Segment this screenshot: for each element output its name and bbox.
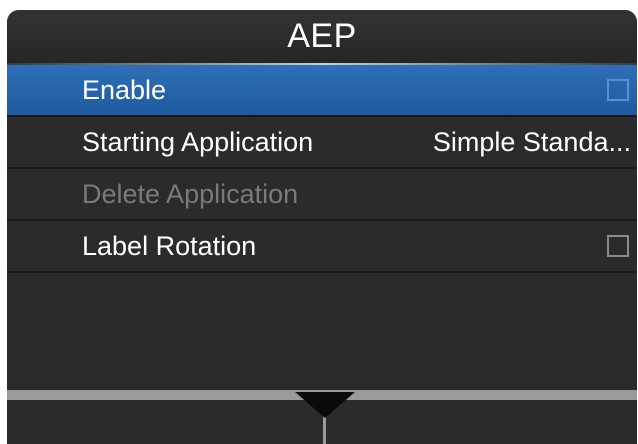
menu-item-label-rotation[interactable]: Label Rotation bbox=[7, 221, 637, 273]
menu-item-starting-application[interactable]: Starting Application Simple Standa... bbox=[7, 117, 637, 169]
menu-item-value: Simple Standa... bbox=[432, 126, 631, 157]
menu-item-enable[interactable]: Enable bbox=[7, 65, 637, 117]
label-rotation-checkbox[interactable] bbox=[607, 235, 629, 257]
printer-display: AEP Enable Starting Application Simple S… bbox=[7, 10, 637, 444]
menu-item-label: Label Rotation bbox=[82, 230, 257, 261]
menu-list: Enable Starting Application Simple Stand… bbox=[7, 65, 637, 273]
enable-checkbox[interactable] bbox=[607, 79, 629, 101]
title-bar: AEP bbox=[7, 10, 637, 63]
menu-item-label: Enable bbox=[82, 74, 167, 105]
menu-item-delete-application: Delete Application bbox=[7, 169, 637, 221]
menu-item-label: Starting Application bbox=[82, 126, 314, 157]
page-title: AEP bbox=[287, 17, 357, 55]
menu-item-label: Delete Application bbox=[82, 178, 299, 209]
down-arrow-icon[interactable] bbox=[295, 392, 355, 418]
